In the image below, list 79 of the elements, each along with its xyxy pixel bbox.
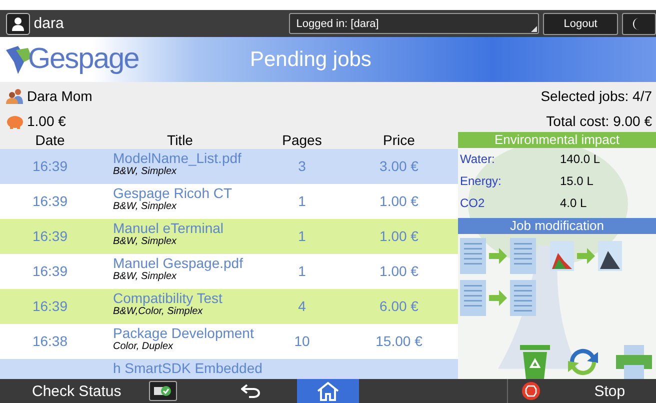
column-header: Date [34,132,66,149]
job-options: Color, Duplex [113,341,260,353]
job-row[interactable]: 16:38 Package Development Color, Duplex 10 15.00 € [0,324,458,359]
pages-cell-text: 1 [297,262,307,281]
documents-icon [510,280,536,316]
user-name: dara [34,15,65,32]
pages-cell-text: 4 [297,297,307,316]
back-icon[interactable] [241,384,262,398]
job-row[interactable]: 16:39 Compatibility Test B&W,Color, Simplex 4 6.00 € [0,289,458,324]
job-row[interactable]: 16:39 Manuel Gespage.pdf B&W, Simplex 1 1.00 € [0,254,458,289]
balance: 1.00 € [27,112,66,128]
date-cell-text: 16:39 [31,262,69,281]
job-options: B&W, Simplex [113,271,260,283]
job-options: B&W, Simplex [113,201,260,213]
date-cell-text: 16:38 [31,332,69,351]
corner-grip-icon [530,26,537,32]
column-header: Title [166,132,194,149]
stop-icon[interactable] [522,382,540,400]
title-cell: h SmartSDK Embedded [113,360,260,376]
check-status-button[interactable]: Check Status [32,382,122,400]
pages-cell-text: 1 [297,192,307,211]
pages-cell-text: 1 [297,227,307,246]
impact-value: 4.0 L [560,196,588,210]
section-header: Environmental impact [458,132,656,148]
impact-label: CO2 [460,196,486,210]
pages-cell-text: 10 [293,332,311,351]
job-options: B&W, Simplex [113,166,260,178]
price-cell-text: 1.00 € [378,262,420,281]
price-cell-text: 15.00 € [374,332,424,351]
date-cell-text: 16:39 [31,227,69,246]
arrow-icon [577,248,595,264]
grayscale-option[interactable] [550,238,622,274]
stop-button[interactable]: Stop [594,382,626,400]
selected-jobs: Selected jobs: 4/7 [540,88,652,104]
arrow-icon [489,248,507,264]
date-cell-text: 16:39 [31,297,69,316]
moon-icon[interactable] [622,12,656,34]
impact-label: Energy: [460,174,502,188]
account-name: Dara Mom [27,88,92,104]
price-cell-text: 6.00 € [378,297,420,316]
title-cell-text: Manuel Gespage.pdf [113,255,244,271]
arrow-icon [489,290,507,306]
price-cell-text: 3.00 € [378,157,420,176]
date-cell-text: 16:39 [31,157,69,176]
job-row[interactable]: 16:39 Gespage Ricoh CT B&W, Simplex 1 1.00 € [0,184,458,219]
impact-value: 140.0 L [560,152,602,166]
user-icon[interactable] [6,12,30,34]
document-icon [460,280,486,316]
home-icon [316,381,340,401]
logo-text: Gespage [28,43,139,76]
login-field[interactable]: Logged in: [dara] [289,13,539,34]
job-row[interactable]: 16:39 Manuel eTerminal B&W, Simplex 1 1.00 € [0,219,458,254]
job-row[interactable]: 16:39 ModelName_List.pdf B&W, Simplex 3 3.00 € [0,149,458,184]
title-cell-text: Manuel eTerminal [113,220,224,236]
job-options: B&W, Simplex [113,236,260,248]
price-cell-text: 1.00 € [378,227,420,246]
price-cell-text: 1.00 € [378,192,420,211]
page-title: Pending jobs [250,48,372,72]
pages-cell-text: 3 [297,157,307,176]
document-icon [510,238,536,274]
date-cell-text: 16:39 [31,192,69,211]
column-header: Pages [281,132,323,149]
status-icon[interactable] [149,381,178,401]
chart-icon [550,241,574,271]
section-header: Job modification [458,218,656,234]
impact-value: 15.0 L [560,174,594,188]
job-options: B&W,Color, Simplex [113,306,260,318]
title-cell-text: Compatibility Test [113,290,224,306]
document-icon [460,238,486,274]
home-button[interactable] [297,379,360,403]
chart-icon [598,241,622,271]
impact-label: Water: [460,152,496,166]
title-cell-text: Package Development [113,325,255,341]
total-cost: Total cost: 9.00 € [546,112,652,128]
people-icon [6,88,24,104]
title-cell-text: ModelName_List.pdf [113,150,242,166]
logout-button[interactable]: Logout [542,12,618,34]
title-cell-text: Gespage Ricoh CT [113,185,234,201]
column-header: Price [382,132,416,149]
